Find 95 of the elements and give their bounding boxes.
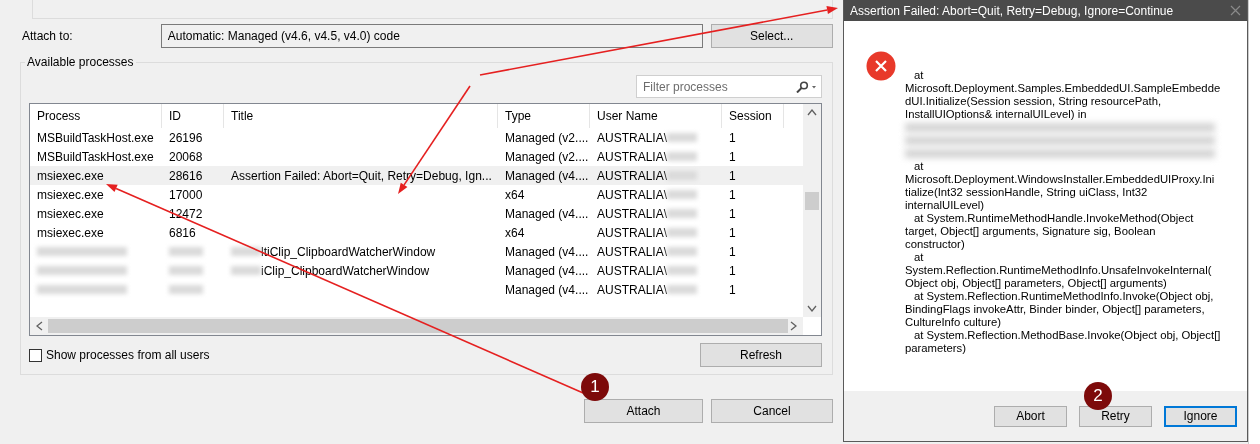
table-cell: AUSTRALIA\ xyxy=(590,282,722,297)
vertical-scrollbar[interactable] xyxy=(803,104,821,317)
table-cell-text: Managed (v4.... xyxy=(504,282,590,297)
table-cell: AUSTRALIA\ xyxy=(590,130,722,145)
table-cell: AUSTRALIA\ xyxy=(590,244,722,259)
process-row[interactable]: MSBuildTaskHost.exe 20068 Managed (v2.... AUSTRALIA\ 1 xyxy=(30,147,803,166)
table-cell: AUSTRALIA\ xyxy=(590,149,722,164)
process-row[interactable]: ltiClip_ClipboardWatcherWindow Managed (v4.... AUSTRALIA\ 1 xyxy=(30,242,803,261)
table-cell: AUSTRALIA\ xyxy=(590,168,722,183)
refresh-button[interactable]: Refresh xyxy=(700,343,822,367)
table-cell-text: Managed (v4.... xyxy=(504,263,590,278)
table-cell-text: 1 xyxy=(728,206,737,221)
attach-to-label: Attach to: xyxy=(22,29,73,43)
checkbox-label: Show processes from all users xyxy=(46,348,210,362)
message-line: System.Reflection.RuntimeMethodInfo.UnsafeInvokeInternal( xyxy=(905,264,1213,277)
table-cell-text: 17000 xyxy=(168,187,204,202)
message-line: tialize(Int32 sessionHandle, String uiClass, Int32 xyxy=(905,186,1149,199)
table-cell-text: msiexec.exe xyxy=(36,225,105,240)
message-line: BindingFlags invokeAttr, Binder binder, Object[] parameters, xyxy=(905,303,1206,316)
message-line: at System.Reflection.RuntimeMethodInfo.Invoke(Object obj, xyxy=(913,290,1215,303)
table-cell-text: 26196 xyxy=(168,130,204,145)
message-line: Microsoft.Deployment.WindowsInstaller.EmbeddedUIProxy.Ini xyxy=(905,173,1216,186)
dialog-button[interactable]: Abort xyxy=(994,405,1067,427)
table-cell: AUSTRALIA\ xyxy=(590,187,722,202)
message-line: parameters) xyxy=(905,342,967,355)
table-cell: AUSTRALIA\ xyxy=(590,206,722,221)
table-cell-text: 1 xyxy=(728,187,737,202)
table-cell-text: Managed (v4.... xyxy=(504,244,590,259)
message-line: CultureInfo culture) xyxy=(905,316,1003,329)
step-badge: 1 xyxy=(581,373,609,401)
attach-to-field: Automatic: Managed (v4.6, v4.5, v4.0) code xyxy=(160,24,703,48)
message-line: internalUILevel) xyxy=(905,199,986,212)
process-row[interactable]: msiexec.exe 12472 Managed (v4.... AUSTRALIA\ 1 xyxy=(30,204,803,223)
message-line: at xyxy=(913,160,925,173)
table-cell: AUSTRALIA\ xyxy=(590,225,722,240)
window-title: Assertion Failed: Abort=Quit, Retry=Debug, Ignore=Continue xyxy=(850,3,1174,18)
table-cell-text: 1 xyxy=(728,263,737,278)
table-cell: ltiClip_ClipboardWatcherWindow xyxy=(224,244,498,259)
horizontal-scrollbar[interactable] xyxy=(30,317,803,335)
column-header[interactable]: Title xyxy=(224,104,498,128)
message-line: target, Object[] arguments, Signature sig, Boolean xyxy=(905,225,1157,238)
table-cell-text: 1 xyxy=(728,130,737,145)
table-cell-text: Managed (v2.... xyxy=(504,130,590,145)
message-line: Object obj, Object[] parameters, Object[] arguments) xyxy=(905,277,1168,290)
column-header[interactable]: User Name xyxy=(590,104,722,128)
table-cell-text: 12472 xyxy=(168,206,204,221)
table-cell-text: 1 xyxy=(728,282,737,297)
cancel-button[interactable]: Cancel xyxy=(711,399,833,423)
process-row[interactable]: Managed (v4.... AUSTRALIA\ 1 xyxy=(30,280,803,299)
table-cell-text: 6816 xyxy=(168,225,197,240)
select-button[interactable]: Select... xyxy=(710,24,833,48)
table-cell-text: 28616 xyxy=(168,168,204,183)
message-line: InstallUIOptions& internalUILevel) in xyxy=(905,108,1088,121)
table-cell-text: Managed (v4.... xyxy=(504,168,590,183)
column-header[interactable]: Process xyxy=(30,104,162,128)
table-cell-text: 1 xyxy=(728,225,737,240)
dialog-button[interactable]: Retry xyxy=(1079,405,1152,427)
table-cell-text: 1 xyxy=(728,149,737,164)
message-line: at xyxy=(913,251,925,264)
table-cell-text: msiexec.exe xyxy=(36,187,105,202)
table-cell-text: x64 xyxy=(504,187,526,202)
table-cell-text: 1 xyxy=(728,168,737,183)
table-cell-text: 1 xyxy=(728,244,737,259)
table-cell-text: MSBuildTaskHost.exe xyxy=(36,149,155,164)
column-header[interactable]: ID xyxy=(162,104,224,128)
table-cell-text: x64 xyxy=(504,225,526,240)
message-line: at System.Reflection.MethodBase.Invoke(Object obj, Object[] xyxy=(913,329,1221,342)
table-cell-text: 20068 xyxy=(168,149,204,164)
scroll-thumb[interactable] xyxy=(48,319,788,333)
attach-button[interactable]: Attach xyxy=(584,399,703,423)
filter-input[interactable]: Filter processes xyxy=(641,78,781,95)
message-line: Microsoft.Deployment.Samples.EmbeddedUI.SampleEmbedde xyxy=(905,82,1221,95)
table-cell: AUSTRALIA\ xyxy=(590,263,722,278)
filter-field[interactable]: Filter processes xyxy=(636,75,822,98)
table-cell-text: msiexec.exe xyxy=(36,168,105,183)
scroll-thumb[interactable] xyxy=(805,192,819,210)
table-cell-text: Managed (v4.... xyxy=(504,206,590,221)
checkbox[interactable] xyxy=(29,348,42,362)
message-line: at System.RuntimeMethodHandle.InvokeMethod(Object xyxy=(913,212,1195,225)
table-cell-text: MSBuildTaskHost.exe xyxy=(36,130,155,145)
close-icon[interactable] xyxy=(1230,5,1241,16)
error-icon xyxy=(866,51,896,81)
table-cell-text: msiexec.exe xyxy=(36,206,105,221)
table-cell-text: Managed (v2.... xyxy=(504,149,590,164)
search-icon xyxy=(795,80,817,93)
column-header[interactable]: Type xyxy=(498,104,590,128)
process-row[interactable]: MSBuildTaskHost.exe 26196 Managed (v2.... AUSTRALIA\ 1 xyxy=(30,128,803,147)
message-line: constructor) xyxy=(905,238,966,251)
group-title: Available processes xyxy=(25,55,136,69)
process-row[interactable]: msiexec.exe 17000 x64 AUSTRALIA\ 1 xyxy=(30,185,803,204)
process-row[interactable]: msiexec.exe 6816 x64 AUSTRALIA\ 1 xyxy=(30,223,803,242)
message-line: dUI.Initialize(Session session, String resourcePath, xyxy=(905,95,1163,108)
column-header[interactable]: Session xyxy=(722,104,784,128)
dialog-button[interactable]: Ignore xyxy=(1164,405,1237,427)
message-line: at xyxy=(913,69,925,82)
